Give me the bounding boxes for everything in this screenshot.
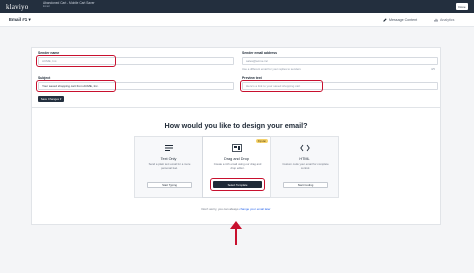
option-description: Send a plain text email for a more perso…	[148, 162, 191, 170]
flow-name: Abandoned Cart - Mobile Cart Saver	[43, 1, 95, 5]
drag-drop-icon	[231, 144, 242, 152]
annotation-arrow-icon	[230, 221, 242, 245]
subject-highlight	[36, 80, 116, 92]
start-typing-button[interactable]: Start Typing	[147, 182, 192, 188]
popular-badge: Popular	[255, 139, 268, 143]
tab-label: Analytics	[440, 18, 455, 22]
sender-email-label: Sender email address	[242, 51, 278, 55]
bar-chart-icon	[434, 18, 438, 22]
tab-message-content[interactable]: Message Content	[383, 18, 417, 22]
option-name: HTML	[299, 157, 310, 161]
tab-label: Message Content	[389, 18, 418, 22]
text-lines-icon	[164, 145, 173, 151]
option-name: Drag and Drop	[224, 157, 249, 161]
change-email-link[interactable]: change your email later	[239, 207, 270, 211]
option-html[interactable]: HTML Custom code your email for complete…	[270, 136, 339, 198]
klaviyo-logo[interactable]: klaviyo	[6, 3, 28, 11]
code-icon	[299, 144, 310, 152]
preview-text-highlight	[240, 80, 323, 92]
tab-analytics[interactable]: Analytics	[434, 18, 454, 22]
select-template-highlight	[210, 178, 265, 191]
flow-sub: Email	[43, 5, 50, 8]
option-text-only[interactable]: Text Only Send a plain text email for a …	[134, 136, 203, 198]
option-drag-and-drop[interactable]: Popular Drag and Drop Create a rich emai…	[202, 136, 271, 198]
email-header-bar: Email #1 ▾ Message Content Analytics	[0, 13, 474, 40]
design-heading: How would you like to design your email?	[164, 121, 308, 130]
help-text: Don't worry, you can always change your …	[32, 207, 440, 211]
option-description: Custom code your email for complete cont…	[282, 162, 329, 170]
email-title-dropdown[interactable]: Email #1 ▾	[9, 17, 31, 23]
save-changes-button[interactable]: Save Changes ▾	[38, 96, 64, 102]
top-nav-bar: klaviyo Abandoned Cart - Mobile Cart Sav…	[0, 0, 474, 13]
reply-to-note[interactable]: Use a different email for your replies t…	[242, 67, 301, 71]
pencil-icon	[383, 18, 387, 22]
main-content: Sender name ACME, Inc. Sender email addr…	[0, 27, 474, 273]
option-description: Create a rich email using our drag and d…	[213, 162, 262, 170]
option-name: Text Only	[160, 157, 177, 161]
sender-email-input[interactable]: sales@acme.inc	[242, 57, 438, 65]
help-prefix: Don't worry, you can always	[201, 207, 239, 211]
flow-breadcrumb: Abandoned Cart - Mobile Cart Saver Email	[43, 1, 95, 9]
done-button[interactable]: Done	[456, 3, 468, 10]
preview-counter: 4/5	[431, 67, 435, 71]
sender-name-highlight	[36, 55, 116, 67]
design-chooser: How would you like to design your email?…	[31, 107, 441, 225]
start-coding-button[interactable]: Start Coding	[283, 182, 328, 188]
